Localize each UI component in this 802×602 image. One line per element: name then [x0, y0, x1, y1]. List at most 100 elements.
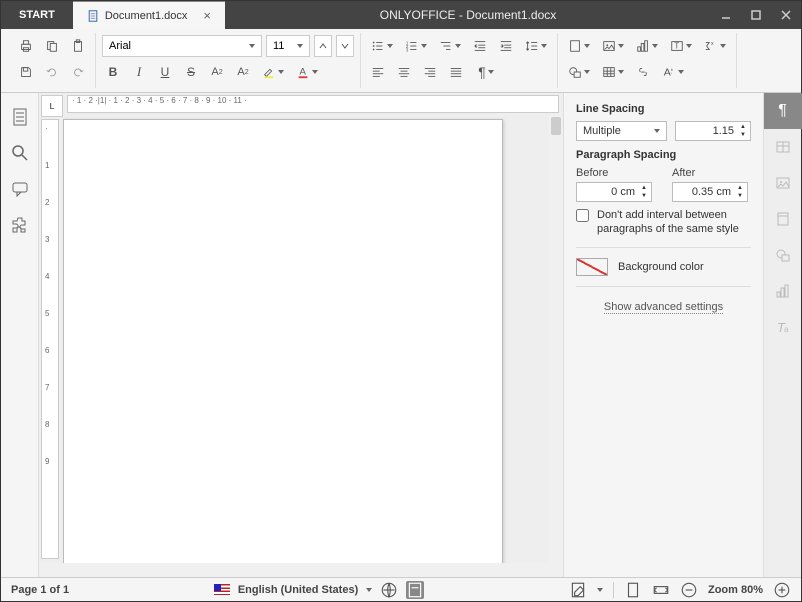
- insert-page-button[interactable]: [564, 35, 594, 57]
- page-info[interactable]: Page 1 of 1: [11, 584, 69, 596]
- paste-button[interactable]: [67, 35, 89, 57]
- line-spacing-button[interactable]: [521, 35, 551, 57]
- numbering-button[interactable]: 123: [401, 35, 431, 57]
- image-tab[interactable]: [764, 165, 802, 201]
- track-changes-button[interactable]: [569, 581, 587, 599]
- minimize-button[interactable]: [711, 1, 741, 29]
- tab-selector[interactable]: L: [41, 95, 63, 117]
- redo-button[interactable]: [67, 61, 89, 83]
- comments-panel-button[interactable]: [10, 179, 30, 199]
- svg-text:¹: ¹: [671, 72, 673, 76]
- strikethrough-button[interactable]: S: [180, 61, 202, 83]
- fit-page-button[interactable]: [624, 581, 642, 599]
- shape-icon: [568, 65, 582, 79]
- divider: [576, 286, 751, 287]
- start-tab[interactable]: START: [1, 1, 73, 29]
- plugins-panel-button[interactable]: [10, 215, 30, 235]
- subscript-button[interactable]: A2: [232, 61, 254, 83]
- close-tab-icon[interactable]: ×: [203, 8, 211, 23]
- insert-shape-button[interactable]: [564, 61, 594, 83]
- line-spacing-title: Line Spacing: [576, 103, 751, 115]
- caret-down-icon: [652, 44, 658, 48]
- spacing-after-input[interactable]: 0.35 cm▲▼: [672, 182, 748, 202]
- maximize-button[interactable]: [741, 1, 771, 29]
- line-spacing-mode-value: Multiple: [583, 125, 621, 137]
- align-right-button[interactable]: [419, 61, 441, 83]
- save-button[interactable]: [15, 61, 37, 83]
- fit-width-button[interactable]: [652, 581, 670, 599]
- increase-indent-button[interactable]: [495, 35, 517, 57]
- vertical-scrollbar[interactable]: [549, 115, 563, 563]
- spin-up-icon[interactable]: ▲: [738, 123, 748, 131]
- insert-table-button[interactable]: [598, 61, 628, 83]
- align-center-button[interactable]: [393, 61, 415, 83]
- spin-up-icon[interactable]: ▲: [639, 184, 649, 192]
- horizontal-scrollbar[interactable]: [39, 563, 563, 577]
- scrollbar-thumb[interactable]: [551, 117, 561, 135]
- print-button[interactable]: [15, 35, 37, 57]
- align-justify-button[interactable]: [445, 61, 467, 83]
- superscript-button[interactable]: A2: [206, 61, 228, 83]
- same-style-checkbox[interactable]: [576, 209, 589, 222]
- line-spacing-mode-select[interactable]: Multiple: [576, 121, 667, 141]
- insert-textart-button[interactable]: T: [666, 35, 696, 57]
- vertical-ruler[interactable]: ·123456789: [41, 119, 59, 559]
- document-page[interactable]: [63, 119, 503, 563]
- spin-down-icon[interactable]: ▼: [639, 192, 649, 200]
- insert-dropcap-button[interactable]: Ab¹: [658, 61, 688, 83]
- insert-equation-button[interactable]: x: [700, 35, 730, 57]
- bgcolor-swatch[interactable]: [576, 258, 608, 276]
- font-size-select[interactable]: 11: [266, 35, 310, 57]
- chart-tab[interactable]: [764, 273, 802, 309]
- close-window-button[interactable]: [771, 1, 801, 29]
- page-scroll-area[interactable]: [63, 115, 563, 563]
- caret-down-icon: [584, 44, 590, 48]
- zoom-in-button[interactable]: [773, 581, 791, 599]
- statusbar: Page 1 of 1 English (United States) Zoom…: [1, 577, 801, 601]
- highlight-color-button[interactable]: [258, 61, 288, 83]
- svg-text:A: A: [664, 67, 671, 79]
- paragraph-tab[interactable]: ¶: [764, 93, 802, 129]
- right-panel-paragraph: Line Spacing Multiple 1.15▲▼ Paragraph S…: [563, 93, 763, 577]
- multilevel-button[interactable]: [435, 35, 465, 57]
- horizontal-ruler-wrap: L · 1 · 2 ·|1| · 1 · 2 · 3 · 4 · 5 · 6 ·…: [39, 93, 563, 115]
- font-size-down-button[interactable]: [336, 35, 354, 57]
- font-size-up-button[interactable]: [314, 35, 332, 57]
- tb-group-paragraph: 123 ¶: [361, 33, 558, 88]
- insert-chart-button[interactable]: [632, 35, 662, 57]
- decrease-indent-button[interactable]: [469, 35, 491, 57]
- spin-down-icon[interactable]: ▼: [738, 131, 748, 139]
- table-tab[interactable]: [764, 129, 802, 165]
- search-panel-button[interactable]: [10, 143, 30, 163]
- font-color-icon: A: [296, 65, 310, 79]
- copy-button[interactable]: [41, 35, 63, 57]
- align-left-button[interactable]: [367, 61, 389, 83]
- undo-button[interactable]: [41, 61, 63, 83]
- file-panel-button[interactable]: [10, 107, 30, 127]
- textart-tab[interactable]: Ta: [764, 309, 802, 345]
- zoom-label[interactable]: Zoom 80%: [708, 584, 763, 596]
- horizontal-ruler[interactable]: · 1 · 2 ·|1| · 1 · 2 · 3 · 4 · 5 · 6 · 7…: [67, 95, 559, 113]
- header-tab[interactable]: [764, 201, 802, 237]
- advanced-settings-link[interactable]: Show advanced settings: [604, 301, 723, 314]
- spellcheck-button[interactable]: [380, 581, 398, 599]
- zoom-out-button[interactable]: [680, 581, 698, 599]
- insert-image-button[interactable]: [598, 35, 628, 57]
- line-spacing-value-input[interactable]: 1.15▲▼: [675, 121, 751, 141]
- insert-hyperlink-button[interactable]: [632, 61, 654, 83]
- font-color-button[interactable]: A: [292, 61, 322, 83]
- spin-down-icon[interactable]: ▼: [735, 192, 745, 200]
- font-name-select[interactable]: Arial: [102, 35, 262, 57]
- italic-button[interactable]: I: [128, 61, 150, 83]
- language-label[interactable]: English (United States): [238, 584, 358, 596]
- spin-up-icon[interactable]: ▲: [735, 184, 745, 192]
- underline-button[interactable]: U: [154, 61, 176, 83]
- doclang-button[interactable]: [406, 581, 424, 599]
- bullets-button[interactable]: [367, 35, 397, 57]
- bold-button[interactable]: B: [102, 61, 124, 83]
- spacing-before-input[interactable]: 0 cm▲▼: [576, 182, 652, 202]
- divider: [576, 247, 751, 248]
- nonprinting-button[interactable]: ¶: [471, 61, 501, 83]
- document-tab[interactable]: Document1.docx ×: [73, 1, 225, 29]
- shape-tab[interactable]: [764, 237, 802, 273]
